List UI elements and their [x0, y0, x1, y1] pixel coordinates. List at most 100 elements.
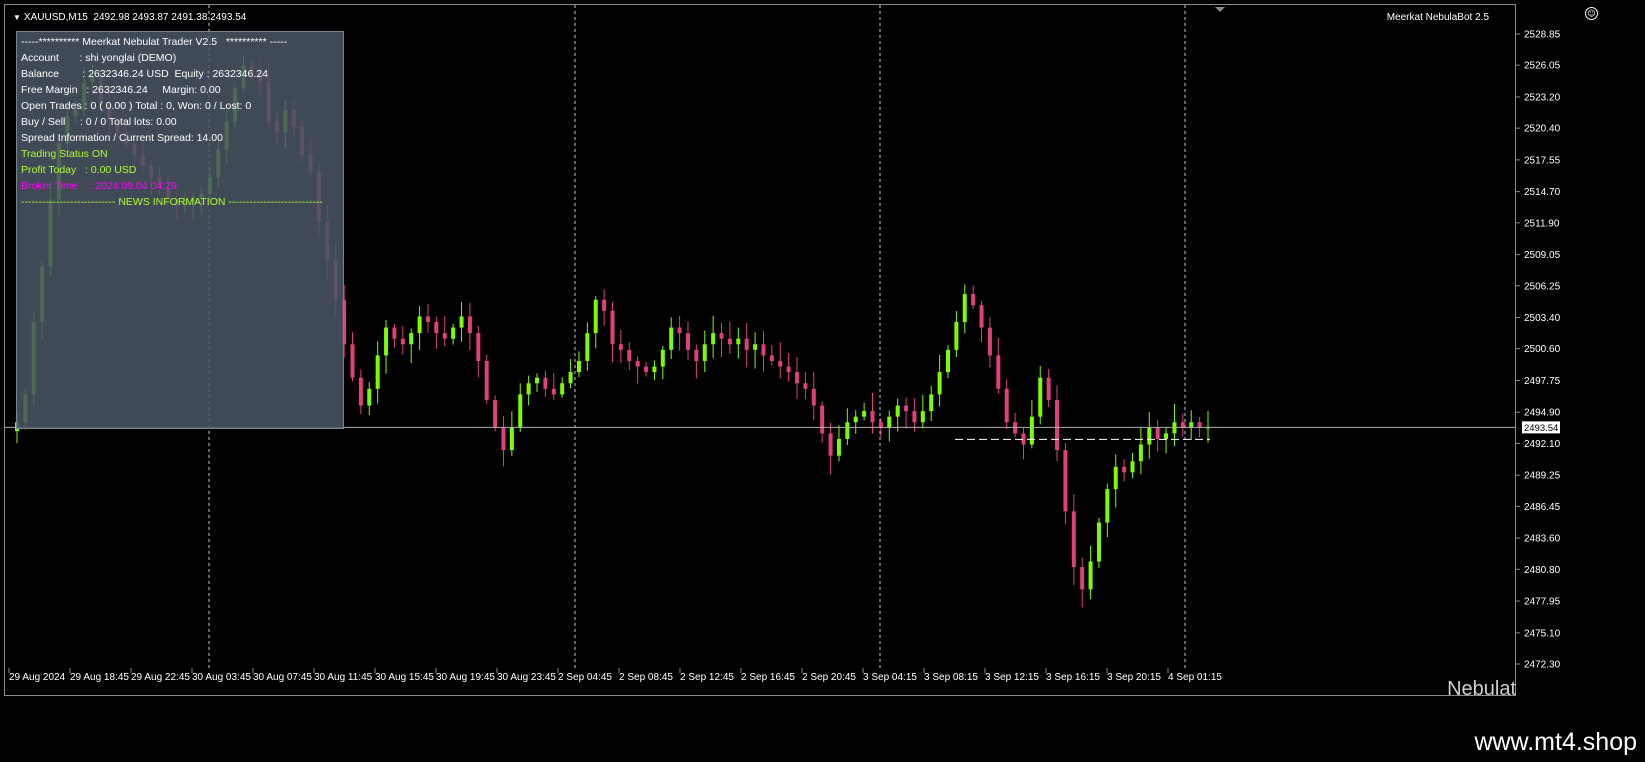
candle-body [1138, 444, 1143, 462]
candle-body [660, 349, 665, 367]
candle-body [853, 416, 858, 423]
candle-body [593, 299, 598, 334]
candle-body [493, 399, 498, 428]
candle-body [543, 377, 548, 389]
price-tick-label: 2486.45 [1524, 502, 1561, 513]
candle-body [979, 305, 984, 328]
candle-body [937, 372, 942, 395]
candle-body [954, 321, 959, 350]
price-tick-label: 2483.60 [1524, 534, 1561, 545]
candle-body [778, 360, 783, 367]
smiley-face-icon: ☺ [1585, 7, 1598, 20]
candle-body [727, 338, 732, 345]
candle-body [744, 338, 749, 350]
balance-line: Balance : 2632346.24 USD Equity : 263234… [21, 68, 268, 80]
expert-advisor-label: Meerkat NebulaBot 2.5 [1386, 12, 1489, 23]
candle-body [987, 327, 992, 356]
candle-body [602, 299, 607, 311]
candle-body [677, 327, 682, 334]
candle-body [425, 316, 430, 322]
candle-body [719, 333, 724, 339]
candle-body [409, 333, 414, 345]
candle-body [618, 344, 623, 350]
candle-body [1122, 466, 1127, 473]
candle-body [501, 427, 506, 451]
candle-body [962, 294, 967, 322]
price-tick-label: 2517.55 [1524, 155, 1561, 166]
candle-body [1105, 489, 1110, 523]
candle-body [996, 355, 1001, 389]
candle-body [610, 310, 615, 345]
candle-body [669, 327, 674, 350]
price-tick-label: 2477.95 [1524, 597, 1561, 608]
candle-body [384, 327, 389, 356]
price-tick-label: 2514.70 [1524, 187, 1561, 198]
candle-body [358, 377, 363, 406]
candle-body [870, 411, 875, 423]
candle-body [736, 338, 741, 345]
candle-body [459, 316, 464, 328]
price-tick-label: 2526.05 [1524, 61, 1561, 72]
candle-body [644, 366, 649, 373]
price-tick-label: 2511.90 [1524, 218, 1560, 229]
candle-body [442, 333, 447, 339]
candle-body [652, 366, 657, 373]
candle-body [1071, 511, 1076, 568]
price-tick-label: 2480.80 [1524, 565, 1561, 576]
news-header-line: --------------------------- NEWS INFORMA… [21, 196, 323, 208]
candle-body [1063, 450, 1068, 512]
candle-body [518, 394, 523, 428]
candle-body [1038, 377, 1043, 417]
candle-body [862, 411, 867, 417]
candle-body [526, 383, 531, 395]
candle-body [795, 372, 800, 384]
current-price-label: 2493.54 [1524, 423, 1558, 434]
ohlc-readout: 2492.98 2493.87 2491.38 2493.54 [93, 12, 247, 23]
panel-title: -----********** Meerkat Nebulat Trader V… [21, 36, 288, 48]
price-tick-label: 2497.75 [1524, 376, 1561, 387]
candle-body [367, 388, 372, 406]
candle-body [920, 411, 925, 423]
candle-body [400, 338, 405, 345]
trading-status-line: Trading Status ON [21, 148, 108, 160]
candle-body [576, 360, 581, 373]
candle-body [971, 294, 976, 306]
dropdown-triangle-icon[interactable]: ▼ [13, 13, 21, 22]
candle-body [1130, 461, 1135, 473]
symbol-header: ▼ XAUUSD,M15 2492.98 2493.87 2491.38 2493… [13, 12, 246, 23]
price-tick-label: 2506.25 [1524, 281, 1561, 292]
spread-line: Spread Information / Current Spread: 14.… [21, 132, 223, 144]
candle-body [753, 344, 758, 350]
candle-body [1046, 377, 1051, 400]
candle-body [895, 405, 900, 417]
price-tick-label: 2509.05 [1524, 250, 1561, 261]
broker-time-line: Broker Time : 2024.09.04 04:29 [21, 180, 177, 192]
candle-body [1055, 399, 1060, 451]
candle-body [929, 394, 934, 412]
candle-body [1155, 427, 1160, 439]
candle-body [685, 333, 690, 350]
candle-body [945, 349, 950, 373]
buy-sell-line: Buy / Sell : 0 / 0 Total lots: 0.00 [21, 116, 177, 128]
candle-body [509, 427, 514, 451]
nebulat-watermark: Nebulat [1447, 678, 1516, 700]
candle-body [845, 422, 850, 439]
candle-body [627, 349, 632, 361]
candle-body [702, 344, 707, 361]
candle-body [560, 383, 565, 395]
candle-body [836, 438, 841, 456]
candle-body [1113, 466, 1118, 490]
price-tick-label: 2503.40 [1524, 313, 1561, 324]
candle-body [912, 411, 917, 423]
candle-body [392, 327, 397, 339]
price-tick-label: 2494.90 [1524, 408, 1561, 419]
candle-body [350, 344, 355, 378]
open-trades-line: Open Trades : 0 ( 0.00 ) Total : 0, Won:… [21, 100, 252, 112]
footer-bar [0, 722, 1645, 762]
price-tick-label: 2492.10 [1524, 439, 1561, 450]
chart-area[interactable]: 2528.85 2526.05 2523.20 2520.40 2517.55 2514.… [4, 4, 1561, 700]
candle-body [417, 316, 422, 334]
price-tick-label: 2500.60 [1524, 344, 1561, 355]
price-tick-label: 2523.20 [1524, 92, 1561, 103]
candle-body [635, 360, 640, 367]
